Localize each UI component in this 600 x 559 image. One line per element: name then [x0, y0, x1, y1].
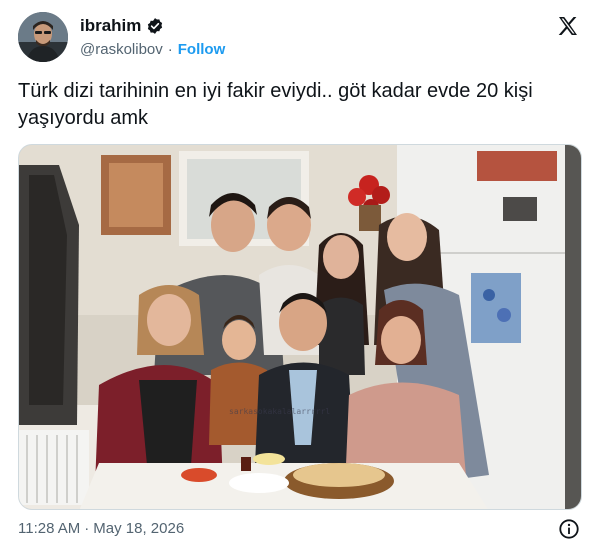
tweet-card: ibrahim @raskolibov · Follow Türk dizi t…: [0, 0, 600, 559]
x-logo-icon[interactable]: [556, 14, 580, 38]
avatar-image: [18, 12, 68, 62]
tweet-photo[interactable]: sarkasokakalalarrrrrl: [18, 144, 582, 510]
tweet-time: 11:28 AM: [18, 520, 81, 537]
author-handle-row: @raskolibov · Follow: [80, 41, 225, 58]
info-icon[interactable]: [558, 518, 580, 540]
timestamp-separator: ·: [84, 520, 90, 537]
author-handle[interactable]: @raskolibov: [80, 41, 163, 58]
avatar[interactable]: [18, 12, 68, 62]
family-photo-illustration: [19, 145, 581, 509]
separator-dot: ·: [167, 41, 173, 58]
tweet-text: Türk dizi tarihinin en iyi fakir eviydi.…: [18, 80, 533, 129]
author-name-row: ibrahim: [80, 16, 164, 36]
tweet-date: May 18, 2026: [93, 520, 185, 537]
verified-badge-icon: [146, 17, 164, 35]
author-display-name[interactable]: ibrahim: [80, 16, 141, 36]
timestamp[interactable]: 11:28 AM · May 18, 2026: [18, 520, 184, 537]
follow-button[interactable]: Follow: [178, 41, 226, 58]
photo-watermark: sarkasokakalalarrrrrl: [229, 407, 331, 416]
